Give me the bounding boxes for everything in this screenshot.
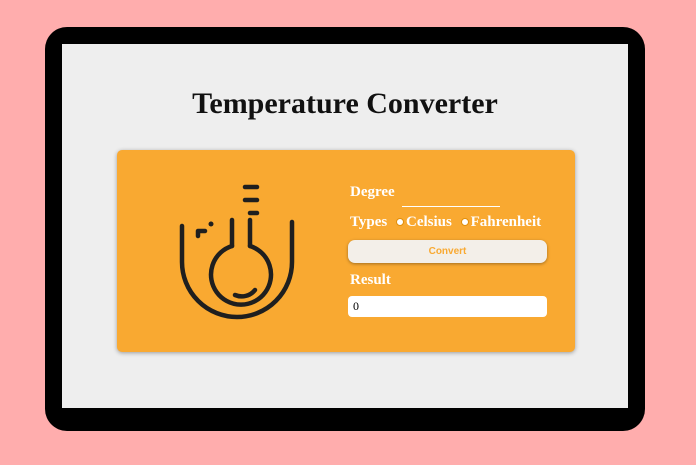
degree-input[interactable] (402, 185, 500, 207)
device-frame: Temperature Converter Degree Types Celsi… (45, 27, 645, 431)
fahrenheit-label: Fahrenheit (470, 214, 542, 231)
converter-card: Degree Types Celsius Fahrenheit Convert … (117, 150, 575, 352)
convert-button[interactable]: Convert (348, 240, 547, 263)
result-field: 0 (348, 296, 547, 317)
page-title: Temperature Converter (192, 87, 498, 120)
celsius-radio[interactable] (395, 217, 404, 226)
types-label: Types (350, 214, 388, 231)
fahrenheit-radio[interactable] (460, 217, 469, 226)
app-screen: Temperature Converter Degree Types Celsi… (62, 44, 628, 408)
thermometer-icon (179, 184, 295, 320)
degree-label: Degree (350, 184, 395, 200)
result-label: Result (350, 272, 391, 288)
types-row: Types Celsius Fahrenheit (350, 214, 541, 231)
celsius-label: Celsius (405, 214, 452, 231)
